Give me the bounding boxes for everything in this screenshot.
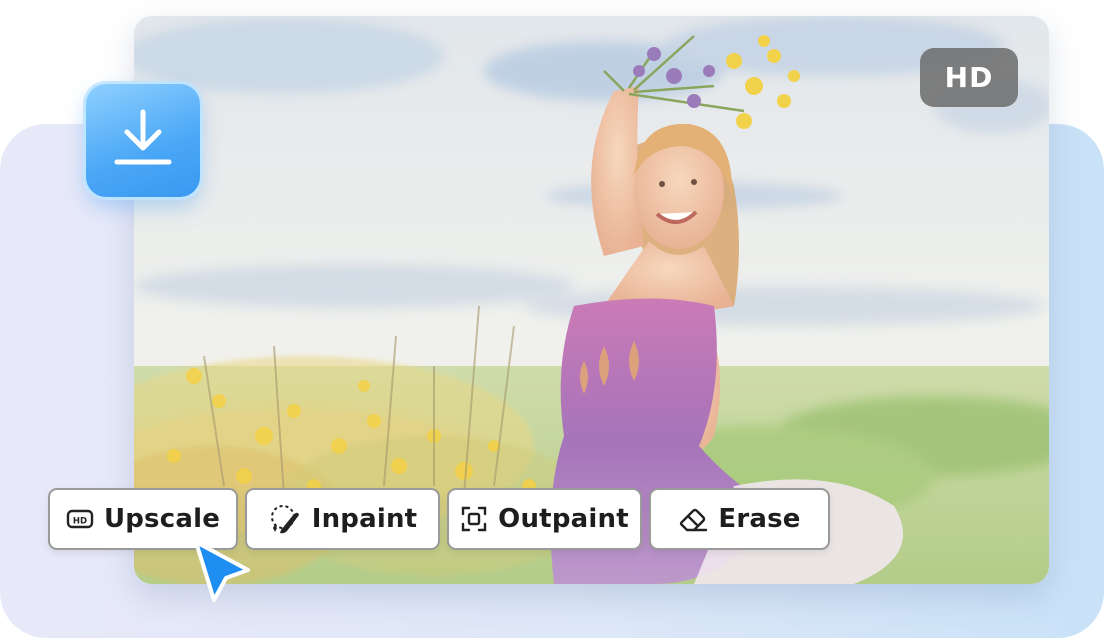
erase-button[interactable]: Erase — [649, 488, 830, 550]
erase-label: Erase — [718, 504, 801, 534]
download-button[interactable] — [86, 84, 200, 197]
download-icon — [111, 106, 175, 175]
expand-frame-icon — [460, 505, 488, 533]
brush-icon — [268, 502, 302, 536]
outpaint-button[interactable]: Outpaint — [447, 488, 642, 550]
inpaint-button[interactable]: Inpaint — [245, 488, 440, 550]
pointer-cursor-icon — [188, 536, 258, 608]
inpaint-label: Inpaint — [311, 504, 418, 534]
app-stage: HD HD Upscale Inpaint Outpaint Erase — [0, 0, 1104, 638]
hd-icon: HD — [66, 508, 94, 530]
eraser-icon — [678, 506, 708, 532]
upscale-label: Upscale — [103, 504, 221, 534]
svg-text:HD: HD — [73, 517, 87, 527]
outpaint-label: Outpaint — [498, 504, 629, 534]
hd-badge: HD — [920, 48, 1018, 107]
